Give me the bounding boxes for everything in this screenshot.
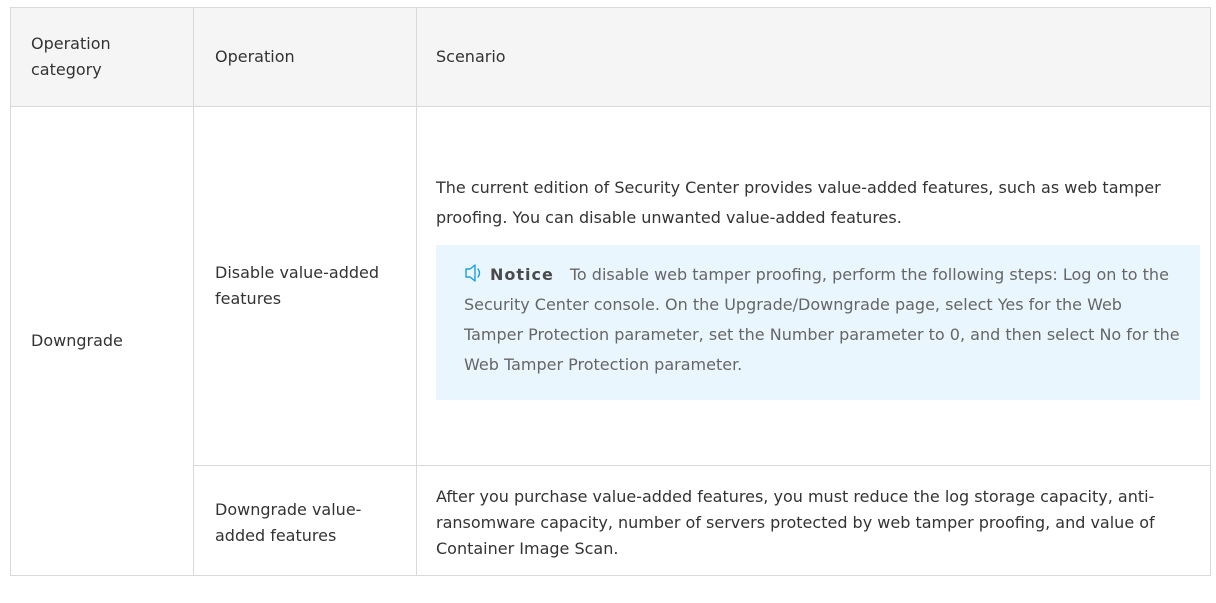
header-operation-category: Operation category bbox=[10, 7, 194, 107]
operations-table: Operation category Operation Scenario Do… bbox=[10, 7, 1211, 576]
scenario-cell: The current edition of Security Center p… bbox=[416, 106, 1211, 466]
operation-cell: Downgrade value-added features bbox=[193, 465, 417, 576]
notice-box: Notice To disable web tamper proofing, pe… bbox=[436, 244, 1200, 400]
header-operation: Operation bbox=[193, 7, 417, 107]
table-row: Downgrade Disable value-added features T… bbox=[10, 106, 1211, 576]
scenario-text: The current edition of Security Center p… bbox=[436, 177, 1161, 227]
table-header-row: Operation category Operation Scenario bbox=[10, 7, 1211, 107]
category-cell: Downgrade bbox=[10, 106, 194, 576]
scenario-cell: After you purchase value-added features,… bbox=[416, 465, 1211, 576]
notice-label: Notice bbox=[490, 264, 554, 284]
notice-text: To disable web tamper proofing, perform … bbox=[464, 264, 1180, 374]
operation-cell: Disable value-added features bbox=[193, 106, 417, 466]
speaker-icon bbox=[464, 263, 484, 283]
header-scenario: Scenario bbox=[416, 7, 1211, 107]
